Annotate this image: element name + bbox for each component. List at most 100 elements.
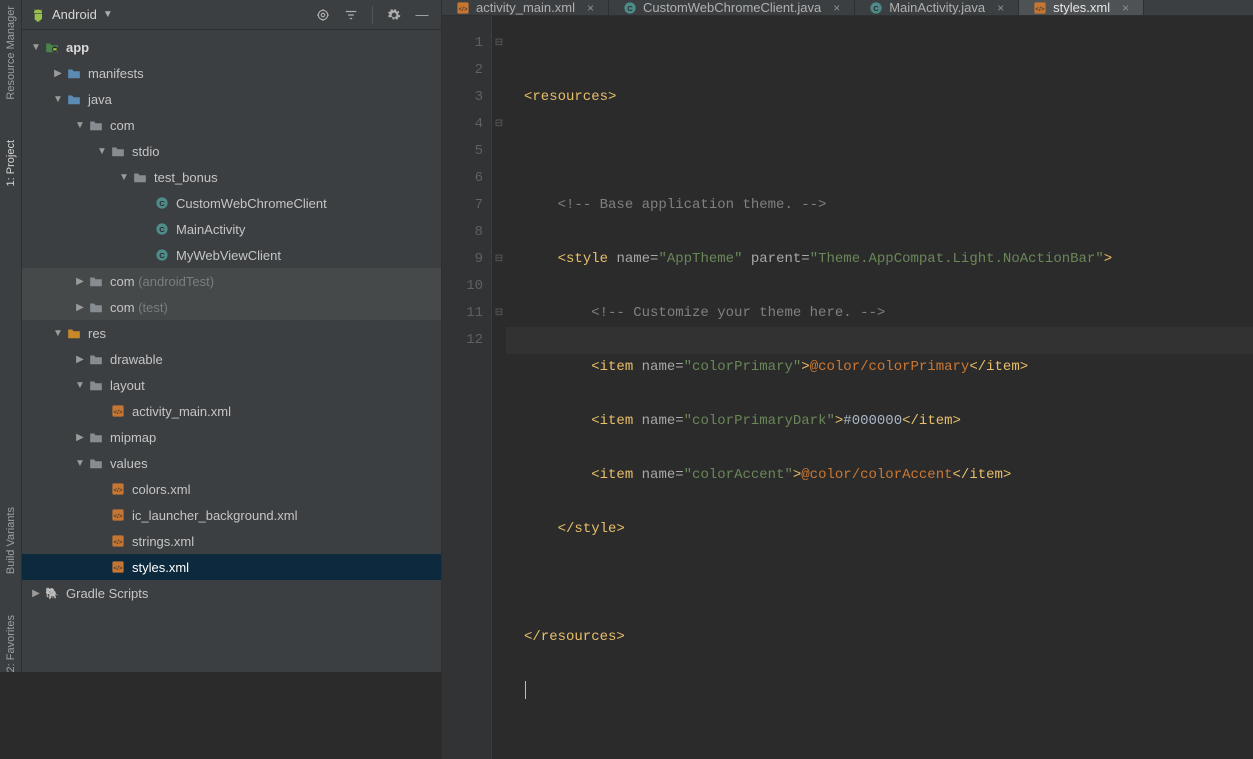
text: com bbox=[110, 274, 135, 289]
close-icon[interactable]: × bbox=[587, 1, 594, 15]
tree-label: colors.xml bbox=[132, 482, 191, 497]
code-token: </style> bbox=[558, 521, 625, 537]
tab-mainactivity[interactable]: C MainActivity.java × bbox=[855, 0, 1019, 15]
tree-label: MainActivity bbox=[176, 222, 245, 237]
tree-node-package[interactable]: stdio bbox=[22, 138, 441, 164]
tree-label: com bbox=[110, 118, 135, 133]
tool-project[interactable]: 1: Project bbox=[5, 140, 17, 186]
tree-node-drawable[interactable]: drawable bbox=[22, 346, 441, 372]
project-view-selector[interactable]: Android bbox=[52, 7, 97, 22]
target-icon[interactable] bbox=[312, 4, 334, 26]
folder-icon bbox=[88, 351, 104, 367]
editor-tabs: </> activity_main.xml × C CustomWebChrom… bbox=[442, 0, 1253, 16]
tree-node-package-test[interactable]: com (test) bbox=[22, 294, 441, 320]
close-icon[interactable]: × bbox=[1122, 1, 1129, 15]
project-tree[interactable]: app manifests java com stdio test_bonus bbox=[22, 30, 441, 672]
tree-node-file[interactable]: </> strings.xml bbox=[22, 528, 441, 554]
close-icon[interactable]: × bbox=[997, 1, 1004, 15]
tool-build-variants[interactable]: Build Variants bbox=[5, 507, 17, 574]
line-number: 9 bbox=[442, 246, 483, 273]
code-token: <item bbox=[591, 467, 633, 483]
java-file-icon: C bbox=[869, 1, 883, 15]
class-icon: C bbox=[154, 247, 170, 263]
filter-icon[interactable] bbox=[340, 4, 362, 26]
suffix: (androidTest) bbox=[138, 274, 214, 289]
project-panel-header: Android ▼ — bbox=[22, 0, 441, 30]
fold-icon[interactable] bbox=[492, 300, 506, 327]
suffix: (test) bbox=[138, 300, 168, 315]
svg-text:C: C bbox=[159, 199, 165, 208]
package-icon bbox=[88, 299, 104, 315]
code-token: </item> bbox=[902, 413, 961, 429]
fold-icon[interactable] bbox=[492, 30, 506, 57]
tool-resource-manager[interactable]: Resource Manager bbox=[5, 6, 17, 100]
code-token: <item bbox=[591, 359, 633, 375]
tab-customwebchromeclient[interactable]: C CustomWebChromeClient.java × bbox=[609, 0, 855, 15]
code-token: "colorAccent" bbox=[684, 467, 793, 483]
svg-text:</>: </> bbox=[113, 539, 122, 546]
package-icon bbox=[110, 143, 126, 159]
fold-column[interactable] bbox=[492, 16, 506, 759]
tree-node-layout[interactable]: layout bbox=[22, 372, 441, 398]
close-icon[interactable]: × bbox=[833, 1, 840, 15]
tab-activity-main[interactable]: </> activity_main.xml × bbox=[442, 0, 609, 15]
tree-node-res[interactable]: res bbox=[22, 320, 441, 346]
svg-text:</>: </> bbox=[113, 487, 122, 494]
tree-node-file[interactable]: </> activity_main.xml bbox=[22, 398, 441, 424]
code-token: @color/colorPrimary bbox=[810, 359, 970, 375]
tree-label: MyWebViewClient bbox=[176, 248, 281, 263]
tree-label: mipmap bbox=[110, 430, 156, 445]
tree-node-app[interactable]: app bbox=[22, 34, 441, 60]
tree-node-package[interactable]: test_bonus bbox=[22, 164, 441, 190]
tree-node-manifests[interactable]: manifests bbox=[22, 60, 441, 86]
tree-node-mipmap[interactable]: mipmap bbox=[22, 424, 441, 450]
code-token: #000000 bbox=[843, 413, 902, 429]
code-token: </item> bbox=[953, 467, 1012, 483]
tree-label: com (test) bbox=[110, 300, 168, 315]
fold-icon[interactable] bbox=[492, 246, 506, 273]
line-number: 5 bbox=[442, 138, 483, 165]
gear-icon[interactable] bbox=[383, 4, 405, 26]
package-icon bbox=[88, 117, 104, 133]
tree-node-file[interactable]: </> ic_launcher_background.xml bbox=[22, 502, 441, 528]
code-token: "colorPrimary" bbox=[684, 359, 802, 375]
tree-node-package-androidtest[interactable]: com (androidTest) bbox=[22, 268, 441, 294]
code-token: name= bbox=[616, 251, 658, 267]
tree-node-file[interactable]: </> colors.xml bbox=[22, 476, 441, 502]
tree-node-class[interactable]: C CustomWebChromeClient bbox=[22, 190, 441, 216]
line-number: 3 bbox=[442, 84, 483, 111]
xml-file-icon: </> bbox=[110, 559, 126, 575]
tool-favorites[interactable]: 2: Favorites bbox=[5, 615, 17, 672]
fold-icon[interactable] bbox=[492, 111, 506, 138]
xml-file-icon: </> bbox=[110, 481, 126, 497]
line-number: 11 bbox=[442, 300, 483, 327]
tab-label: activity_main.xml bbox=[476, 0, 575, 15]
svg-text:</>: </> bbox=[458, 5, 467, 12]
tree-node-values[interactable]: values bbox=[22, 450, 441, 476]
code-area[interactable]: 1 2 3 4 5 6 7 8 9 10 11 12 <resources> <… bbox=[442, 16, 1253, 759]
line-number: 1 bbox=[442, 30, 483, 57]
tree-label: test_bonus bbox=[154, 170, 218, 185]
class-icon: C bbox=[154, 195, 170, 211]
code-token: <resources> bbox=[524, 89, 616, 105]
code-editor[interactable]: <resources> <!-- Base application theme.… bbox=[506, 16, 1253, 759]
tree-node-java[interactable]: java bbox=[22, 86, 441, 112]
svg-text:C: C bbox=[873, 3, 879, 12]
code-token: </item> bbox=[969, 359, 1028, 375]
minimize-icon[interactable]: — bbox=[411, 4, 433, 26]
tree-node-class[interactable]: C MainActivity bbox=[22, 216, 441, 242]
tree-node-gradle[interactable]: 🐘 Gradle Scripts bbox=[22, 580, 441, 606]
xml-file-icon: </> bbox=[456, 1, 470, 15]
tree-node-class[interactable]: C MyWebViewClient bbox=[22, 242, 441, 268]
tree-label: Gradle Scripts bbox=[66, 586, 148, 601]
code-token: name= bbox=[642, 413, 684, 429]
tab-styles[interactable]: </> styles.xml × bbox=[1019, 0, 1144, 15]
chevron-down-icon[interactable]: ▼ bbox=[103, 9, 113, 20]
code-token: > bbox=[1104, 251, 1112, 267]
code-token: "AppTheme" bbox=[658, 251, 742, 267]
tree-label: ic_launcher_background.xml bbox=[132, 508, 297, 523]
tree-node-package[interactable]: com bbox=[22, 112, 441, 138]
text-caret bbox=[525, 681, 526, 699]
code-token: <item bbox=[591, 413, 633, 429]
tree-node-file-selected[interactable]: </> styles.xml bbox=[22, 554, 441, 580]
